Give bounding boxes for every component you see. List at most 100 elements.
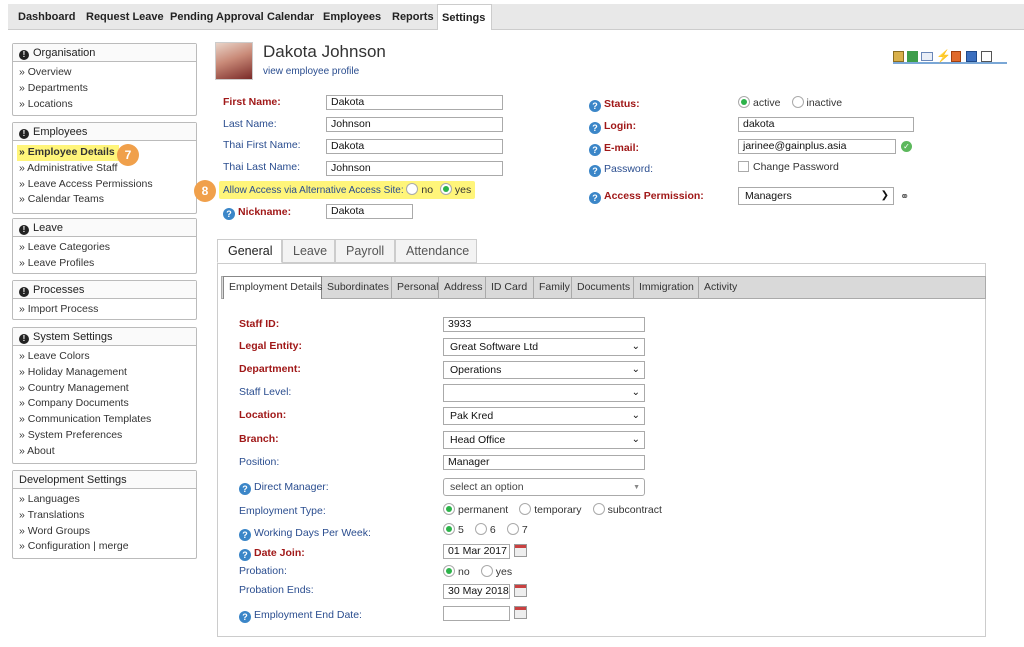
- sidebar-item-leave-colors[interactable]: » Leave Colors: [13, 349, 196, 365]
- tab-leave[interactable]: Leave: [282, 239, 335, 263]
- help-icon[interactable]: ?: [223, 208, 235, 220]
- status-inactive-radio[interactable]: [791, 96, 804, 108]
- nav-employees[interactable]: Employees: [319, 4, 385, 30]
- type-permanent-radio[interactable]: [443, 503, 455, 515]
- help-icon[interactable]: ?: [239, 483, 251, 495]
- sidebar-item-word-groups[interactable]: » Word Groups: [13, 524, 196, 540]
- mail-icon[interactable]: [921, 52, 933, 61]
- subtab-documents[interactable]: Documents: [572, 277, 634, 299]
- nav-pending-approval[interactable]: Pending Approval: [166, 4, 268, 30]
- sidebar-item-employee-details[interactable]: » Employee Details: [17, 145, 119, 161]
- sidebar-item-configuration[interactable]: » Configuration | merge: [13, 539, 196, 555]
- access-permission-select[interactable]: Managers ❯: [738, 187, 894, 205]
- nav-settings[interactable]: Settings: [437, 4, 492, 30]
- nav-dashboard[interactable]: Dashboard: [14, 4, 79, 30]
- sidebar-item-leave-profiles[interactable]: » Leave Profiles: [13, 256, 196, 272]
- working-days-6-radio[interactable]: [474, 523, 487, 535]
- sidebar-item-locations[interactable]: » Locations: [13, 97, 196, 113]
- thai-last-name-input[interactable]: Johnson: [326, 161, 503, 176]
- sidebar-item-holiday-management[interactable]: » Holiday Management: [13, 365, 196, 381]
- help-icon[interactable]: ?: [589, 100, 601, 112]
- probation-ends-input[interactable]: 30 May 2018: [443, 584, 510, 599]
- location-select[interactable]: Pak Kred ⌄: [443, 407, 645, 425]
- subtab-id-card[interactable]: ID Card: [486, 277, 534, 299]
- report-icon[interactable]: [951, 51, 961, 62]
- nav-request-leave[interactable]: Request Leave: [82, 4, 168, 30]
- calendar-icon[interactable]: [514, 606, 527, 619]
- sidebar-item-leave-access-permissions[interactable]: » Leave Access Permissions: [13, 177, 196, 193]
- probation-no-radio[interactable]: [443, 565, 455, 577]
- help-icon[interactable]: ?: [239, 611, 251, 623]
- sidebar-item-overview[interactable]: » Overview: [13, 65, 196, 81]
- subtab-personal[interactable]: Personal: [392, 277, 439, 299]
- change-password-row: Change Password: [738, 161, 839, 173]
- avatar[interactable]: [215, 42, 253, 80]
- legal-entity-label: Legal Entity:: [239, 340, 303, 352]
- subtab-address[interactable]: Address: [439, 277, 486, 299]
- sidebar-leave: ! Leave » Leave Categories » Leave Profil…: [12, 218, 197, 274]
- alt-access-yes-radio[interactable]: [439, 183, 452, 195]
- sidebar-item-leave-categories[interactable]: » Leave Categories: [13, 240, 196, 256]
- staff-level-select[interactable]: ⌄: [443, 384, 645, 402]
- sidebar-item-languages[interactable]: » Languages: [13, 492, 196, 508]
- lightning-icon[interactable]: ⚡: [936, 50, 951, 62]
- sidebar-item-administrative-staff[interactable]: » Administrative Staff: [13, 161, 196, 177]
- sidebar-item-translations[interactable]: » Translations: [13, 508, 196, 524]
- sidebar-item-country-management[interactable]: » Country Management: [13, 381, 196, 397]
- help-icon[interactable]: ?: [589, 122, 601, 134]
- nav-calendar[interactable]: Calendar: [263, 4, 318, 30]
- legal-entity-select[interactable]: Great Software Ltd ⌄: [443, 338, 645, 356]
- list-icon[interactable]: [981, 51, 992, 62]
- sidebar-item-departments[interactable]: » Departments: [13, 81, 196, 97]
- calendar-icon[interactable]: [893, 51, 904, 62]
- department-select[interactable]: Operations ⌄: [443, 361, 645, 379]
- branch-select[interactable]: Head Office ⌄: [443, 431, 645, 449]
- thai-first-name-input[interactable]: Dakota: [326, 139, 503, 154]
- help-icon[interactable]: ?: [589, 144, 601, 156]
- subtab-activity[interactable]: Activity: [699, 277, 739, 299]
- sidebar-item-company-documents[interactable]: » Company Documents: [13, 396, 196, 412]
- staff-id-input[interactable]: 3933: [443, 317, 645, 332]
- help-icon[interactable]: ?: [589, 165, 601, 177]
- save-icon[interactable]: [966, 51, 977, 62]
- subtab-immigration[interactable]: Immigration: [634, 277, 699, 299]
- sidebar-item-communication-templates[interactable]: » Communication Templates: [13, 412, 196, 428]
- date-join-input[interactable]: 01 Mar 2017: [443, 544, 510, 559]
- tab-attendance[interactable]: Attendance: [395, 239, 477, 263]
- help-icon[interactable]: ?: [589, 192, 601, 204]
- login-input[interactable]: dakota: [738, 117, 914, 132]
- subtab-family[interactable]: Family: [534, 277, 572, 299]
- tab-payroll[interactable]: Payroll: [335, 239, 395, 263]
- subtab-subordinates[interactable]: Subordinates: [322, 277, 392, 299]
- direct-manager-select[interactable]: select an option ▼: [443, 478, 645, 496]
- working-days-7-radio[interactable]: [506, 523, 519, 535]
- employment-end-date-input[interactable]: [443, 606, 510, 621]
- subtab-employment-details[interactable]: Employment Details: [223, 276, 322, 299]
- first-name-input[interactable]: Dakota: [326, 95, 503, 110]
- sidebar-item-calendar-teams[interactable]: » Calendar Teams: [13, 192, 196, 208]
- change-password-checkbox[interactable]: [738, 161, 749, 172]
- working-days-5-radio[interactable]: [443, 523, 455, 535]
- help-icon[interactable]: ?: [239, 529, 251, 541]
- nav-reports[interactable]: Reports: [388, 4, 438, 30]
- type-subcontract-radio[interactable]: [592, 503, 605, 515]
- calendar-icon[interactable]: [514, 584, 527, 597]
- sidebar-item-about[interactable]: » About: [13, 444, 196, 460]
- last-name-input[interactable]: Johnson: [326, 117, 503, 132]
- type-temporary-radio[interactable]: [519, 503, 532, 515]
- home-icon[interactable]: [907, 51, 918, 62]
- help-icon[interactable]: ?: [239, 549, 251, 561]
- link-icon[interactable]: ⚭: [900, 190, 909, 203]
- type-permanent-label: permanent: [458, 504, 509, 516]
- status-active-radio[interactable]: [738, 96, 750, 108]
- probation-yes-radio[interactable]: [480, 565, 493, 577]
- sidebar-item-system-preferences[interactable]: » System Preferences: [13, 428, 196, 444]
- view-profile-link[interactable]: view employee profile: [263, 66, 359, 77]
- email-input[interactable]: jarinee@gainplus.asia: [738, 139, 896, 154]
- position-input[interactable]: Manager: [443, 455, 645, 470]
- calendar-icon[interactable]: [514, 544, 527, 557]
- alt-access-no-radio[interactable]: [406, 183, 419, 195]
- tab-general[interactable]: General: [217, 239, 282, 263]
- sidebar-item-import-process[interactable]: » Import Process: [13, 302, 196, 318]
- nickname-input[interactable]: Dakota: [326, 204, 413, 219]
